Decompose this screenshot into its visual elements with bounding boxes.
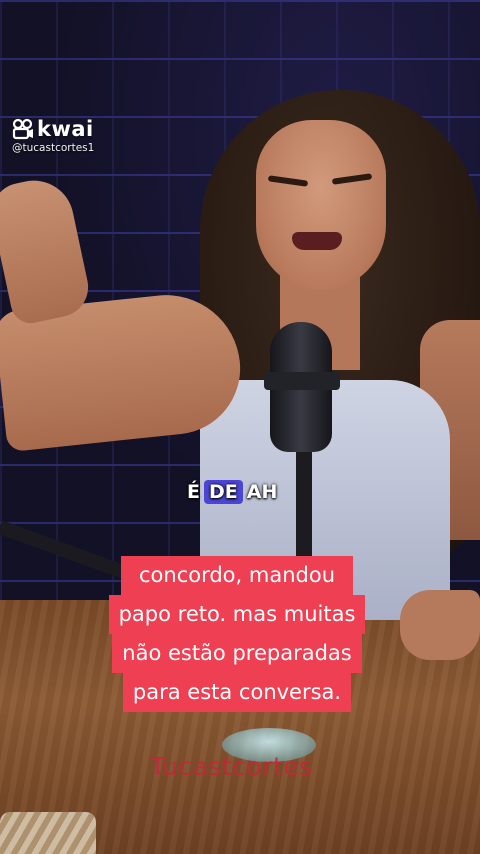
word-caption: É DE AH (187, 480, 277, 504)
kwai-brand-text: kwai (37, 117, 94, 141)
comment-line: papo reto. mas muitas (108, 595, 366, 634)
comment-line: não estão preparadas (112, 634, 362, 673)
kwai-watermark: kwai (12, 117, 94, 141)
comment-line: para esta conversa. (122, 673, 352, 712)
channel-watermark: Tucastcortes (150, 752, 313, 781)
comment-caption: concordo, mandou papo reto. mas muitas n… (76, 556, 398, 712)
microphone-band (264, 372, 340, 390)
mic-stand (296, 440, 312, 560)
speaker-right-hand (400, 590, 480, 660)
caption-word-highlighted: DE (203, 480, 243, 504)
caption-word: AH (246, 481, 278, 503)
speaker-face (256, 120, 386, 290)
kwai-logo-icon (12, 118, 33, 140)
cup-bottom-left (0, 812, 96, 854)
caption-word: É (187, 481, 200, 503)
speaker-mouth (292, 232, 342, 250)
kwai-handle: @tucastcortes1 (12, 142, 95, 154)
comment-line: concordo, mandou (120, 556, 353, 595)
